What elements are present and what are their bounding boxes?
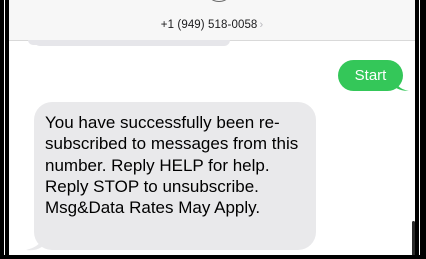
- contact-number: +1 (949) 518-0058: [160, 19, 258, 31]
- chevron-right-icon: ›: [259, 19, 264, 31]
- conversation-header: +1 (949) 518-0058 ›: [9, 0, 415, 41]
- bottom-border: [0, 255, 426, 259]
- sent-bubble-tail: [393, 76, 409, 91]
- received-bubble-tail: [26, 234, 44, 251]
- contact-avatar[interactable]: [205, 0, 233, 2]
- contact-info-button[interactable]: +1 (949) 518-0058 ›: [9, 19, 415, 31]
- sent-message-text: Start: [354, 67, 387, 84]
- messages-screen: +1 (949) 518-0058 › Start You have succes…: [0, 0, 426, 259]
- received-message-text: You have successfully been re-subscribed…: [45, 113, 299, 218]
- previous-message-bubble[interactable]: [34, 40, 230, 46]
- left-border: [0, 0, 9, 259]
- received-message-bubble[interactable]: You have successfully been re-subscribed…: [34, 102, 316, 250]
- right-border: [415, 0, 426, 259]
